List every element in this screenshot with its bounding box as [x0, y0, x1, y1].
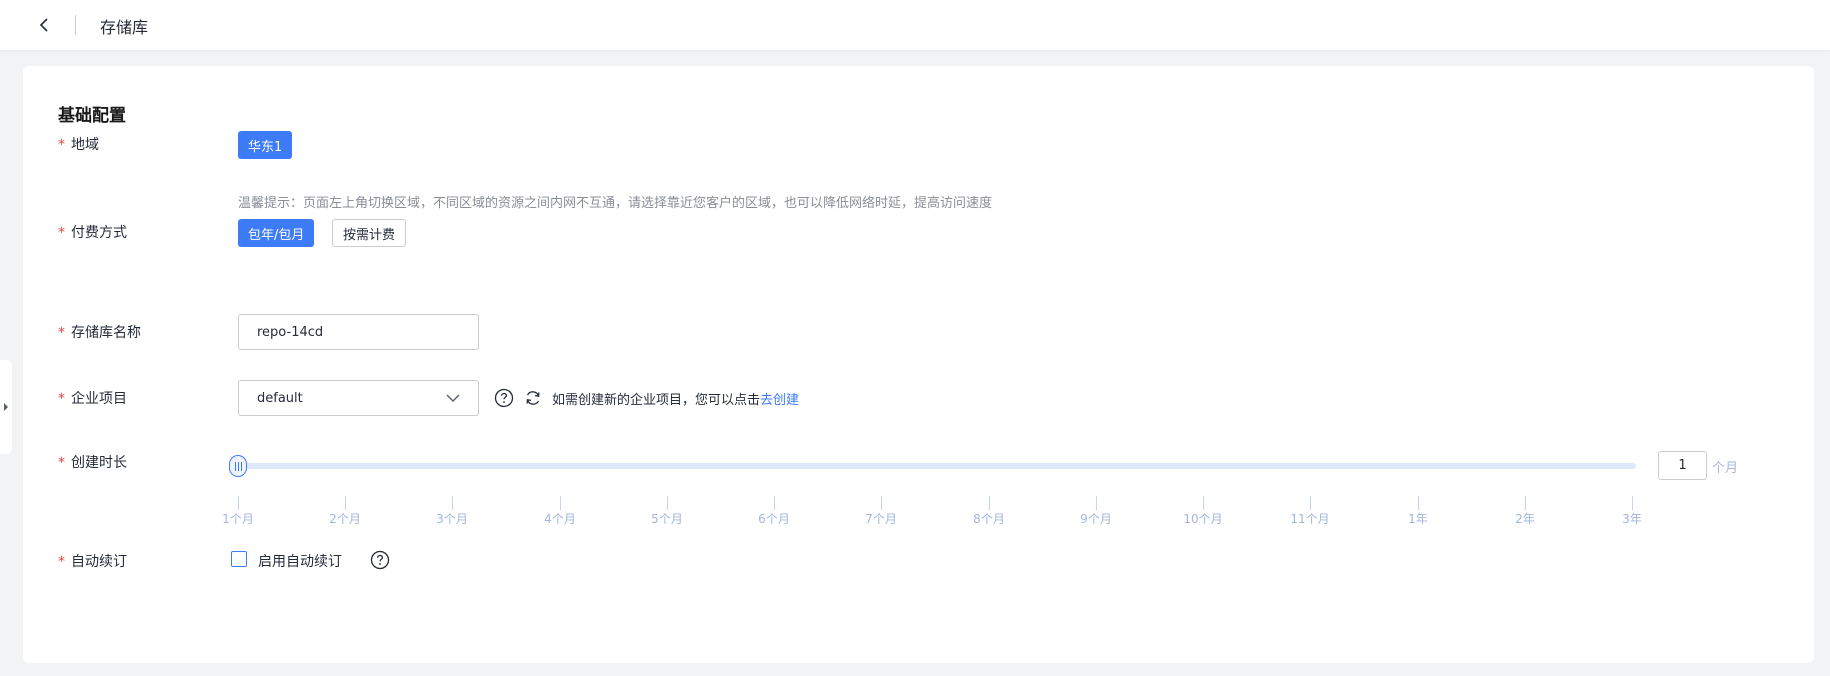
slider-tick	[238, 496, 239, 510]
slider-tick	[560, 496, 561, 510]
slider-tick	[667, 496, 668, 510]
config-card: 基础配置 * 地域 华东1 温馨提示：页面左上角切换区域，不同区域的资源之间内网不…	[23, 66, 1814, 663]
required-mark: *	[58, 225, 65, 241]
chevron-down-icon	[446, 394, 460, 402]
region-option-button[interactable]: 华东1	[238, 131, 293, 159]
back-arrow-icon[interactable]	[34, 15, 54, 35]
required-mark: *	[58, 325, 65, 341]
billing-label: * 付费方式	[58, 225, 127, 241]
top-bar: 存储库	[0, 0, 1830, 50]
slider-tick-label[interactable]: 5个月	[651, 510, 683, 527]
slider-tick	[1525, 496, 1526, 510]
auto-renew-checkbox[interactable]	[231, 551, 247, 567]
region-hint: 温馨提示：页面左上角切换区域，不同区域的资源之间内网不互通，请选择靠近您客户的区…	[238, 196, 993, 211]
duration-unit: 个月	[1712, 461, 1739, 476]
slider-tick	[345, 496, 346, 510]
section-title: 基础配置	[58, 106, 126, 126]
create-project-link[interactable]: 去创建	[760, 393, 799, 408]
header-divider	[75, 15, 76, 35]
slider-tick-label[interactable]: 2年	[1515, 510, 1535, 527]
slider-tick-label[interactable]: 7个月	[865, 510, 897, 527]
slider-tick-label[interactable]: 9个月	[1080, 510, 1112, 527]
slider-tick-label[interactable]: 6个月	[758, 510, 790, 527]
project-select-value: default	[257, 390, 303, 406]
repo-name-input[interactable]	[238, 314, 479, 350]
duration-label: * 创建时长	[58, 455, 127, 471]
duration-slider-track[interactable]	[238, 463, 1636, 469]
refresh-icon[interactable]	[523, 388, 543, 408]
slider-tick	[989, 496, 990, 510]
duration-number-input[interactable]	[1658, 451, 1707, 480]
slider-tick-label[interactable]: 10个月	[1183, 510, 1222, 527]
slider-tick-label[interactable]: 3年	[1622, 510, 1642, 527]
region-label: * 地域	[58, 137, 99, 153]
auto-renew-help-icon[interactable]	[370, 550, 390, 570]
slider-tick	[1632, 496, 1633, 510]
help-icon[interactable]	[494, 388, 514, 408]
slider-tick-label[interactable]: 1年	[1408, 510, 1428, 527]
auto-renew-checkbox-label[interactable]: 启用自动续订	[258, 551, 342, 571]
duration-slider-handle[interactable]	[229, 455, 247, 477]
caret-right-icon	[4, 403, 8, 411]
slider-tick-label[interactable]: 11个月	[1290, 510, 1329, 527]
required-mark: *	[58, 455, 65, 471]
slider-tick	[881, 496, 882, 510]
page-title: 存储库	[100, 18, 149, 37]
project-select[interactable]: default	[238, 380, 479, 416]
slider-tick	[452, 496, 453, 510]
slider-tick-label[interactable]: 3个月	[436, 510, 468, 527]
repo-name-label: * 存储库名称	[58, 325, 141, 341]
project-label: * 企业项目	[58, 391, 127, 407]
slider-tick	[1203, 496, 1204, 510]
slider-tick	[774, 496, 775, 510]
auto-renew-label: * 自动续订	[58, 554, 127, 570]
slider-tick-label[interactable]: 2个月	[329, 510, 361, 527]
slider-tick	[1096, 496, 1097, 510]
required-mark: *	[58, 554, 65, 570]
slider-tick-label[interactable]: 1个月	[222, 510, 254, 527]
slider-tick-label[interactable]: 4个月	[544, 510, 576, 527]
project-hint: 如需创建新的企业项目，您可以点击去创建	[552, 393, 800, 408]
slider-tick	[1310, 496, 1311, 510]
slider-tick-label[interactable]: 8个月	[973, 510, 1005, 527]
required-mark: *	[58, 391, 65, 407]
required-mark: *	[58, 137, 65, 153]
billing-option-on-demand[interactable]: 按需计费	[332, 219, 407, 247]
sidebar-toggle-handle[interactable]	[0, 360, 12, 454]
slider-tick	[1418, 496, 1419, 510]
billing-option-yearly-monthly[interactable]: 包年/包月	[238, 219, 315, 247]
